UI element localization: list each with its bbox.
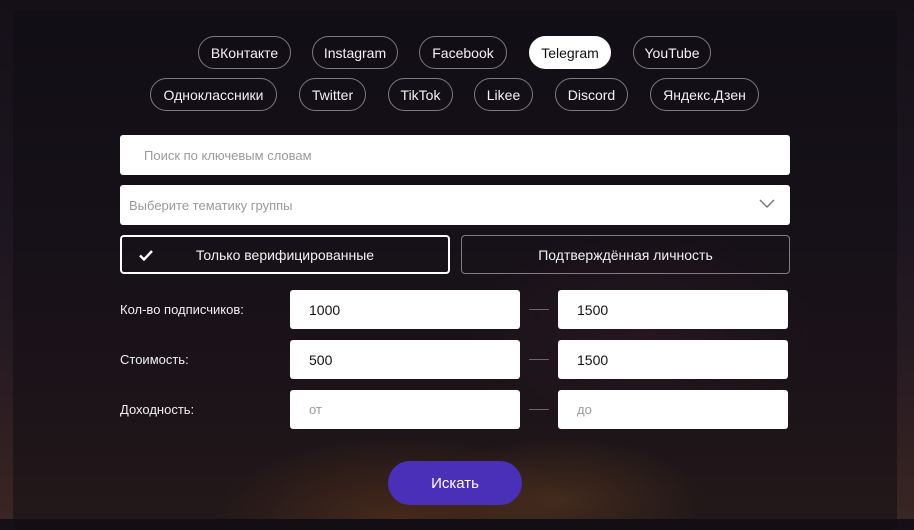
tab-youtube[interactable]: YouTube	[633, 36, 711, 69]
tab-instagram[interactable]: Instagram	[312, 36, 398, 69]
tab-tiktok[interactable]: TikTok	[388, 78, 453, 111]
topic-select[interactable]: Выберите тематику группы	[120, 185, 790, 225]
cost-to-input[interactable]: 1500	[558, 340, 788, 379]
tab-vkontakte[interactable]: ВКонтакте	[198, 36, 291, 69]
search-placeholder: Поиск по ключевым словам	[144, 147, 312, 163]
confirmed-identity-label: Подтверждённая личность	[538, 246, 713, 263]
tab-telegram[interactable]: Telegram	[529, 36, 611, 69]
tab-likee[interactable]: Likee	[474, 78, 533, 111]
subscribers-label: Кол-во подписчиков:	[120, 302, 244, 317]
verified-only-label: Только верифицированные	[195, 246, 375, 263]
range-dash	[529, 409, 549, 410]
tab-odnoklassniki[interactable]: Одноклассники	[150, 78, 277, 111]
income-to-input[interactable]: до	[558, 390, 788, 429]
subscribers-from-input[interactable]: 1000	[290, 290, 520, 329]
tab-yandex-zen[interactable]: Яндекс.Дзен	[650, 78, 759, 111]
subscribers-to-input[interactable]: 1500	[558, 290, 788, 329]
cost-from-input[interactable]: 500	[290, 340, 520, 379]
check-icon	[139, 250, 153, 261]
confirmed-identity-toggle[interactable]: Подтверждённая личность	[461, 235, 790, 274]
chevron-down-icon	[759, 199, 775, 209]
tab-facebook[interactable]: Facebook	[419, 36, 507, 69]
range-dash	[529, 309, 549, 310]
search-button[interactable]: Искать	[388, 461, 522, 505]
search-input[interactable]: Поиск по ключевым словам	[120, 135, 790, 175]
verified-only-toggle[interactable]: Только верифицированные	[120, 235, 450, 274]
income-label: Доходность:	[120, 402, 195, 417]
tab-twitter[interactable]: Twitter	[299, 78, 366, 111]
tab-discord[interactable]: Discord	[555, 78, 628, 111]
range-dash	[529, 359, 549, 360]
topic-select-placeholder: Выберите тематику группы	[129, 197, 293, 213]
income-from-input[interactable]: от	[290, 390, 520, 429]
cost-label: Стоимость:	[120, 352, 189, 367]
